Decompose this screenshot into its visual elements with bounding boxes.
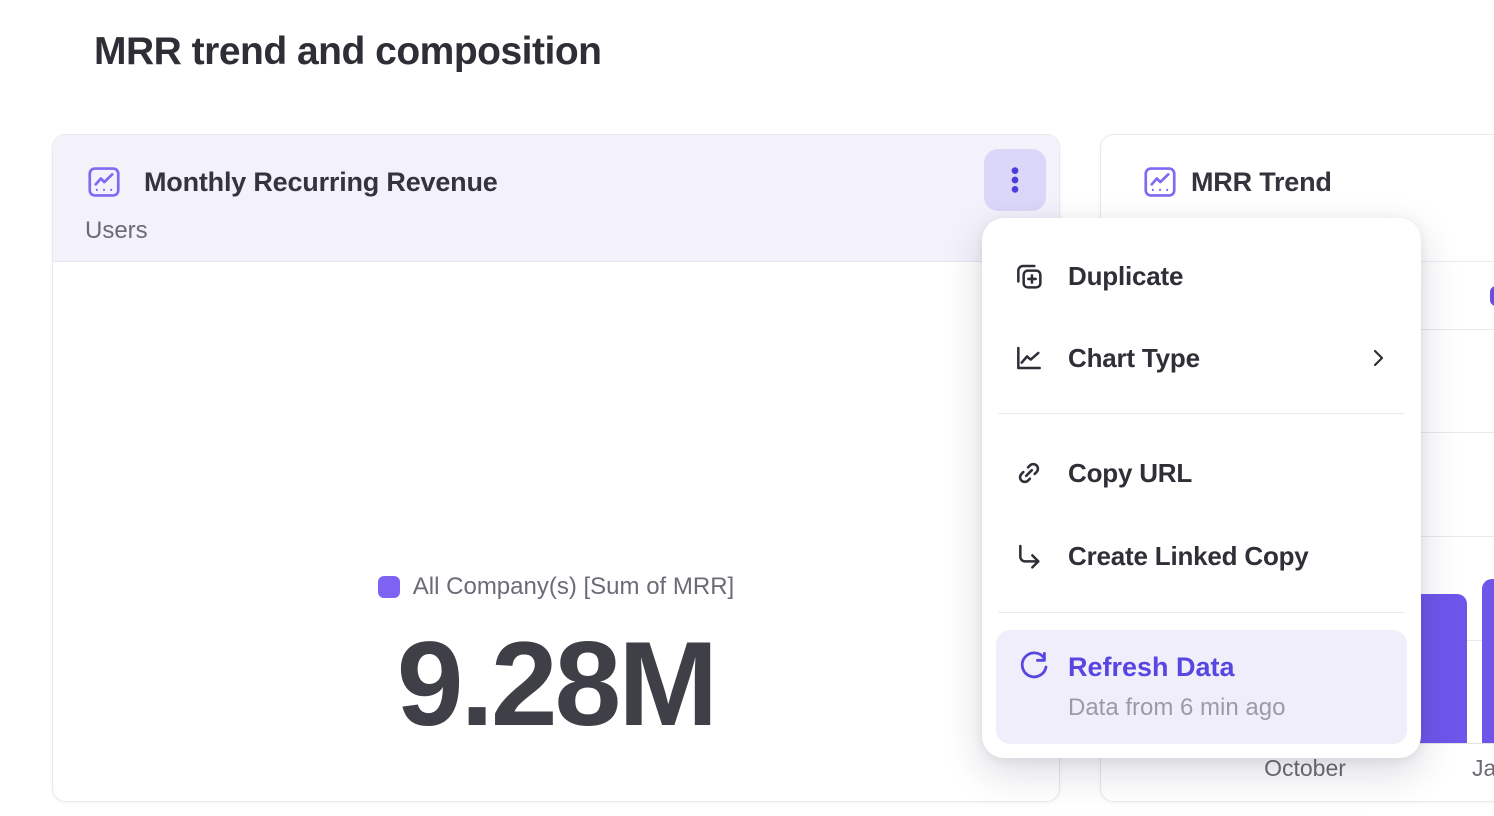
menu-item-refresh-data[interactable]: Refresh Data Data from 6 min ago bbox=[996, 630, 1407, 744]
bar-january[interactable] bbox=[1482, 579, 1494, 743]
legend-swatch bbox=[378, 576, 400, 598]
refresh-icon bbox=[1018, 651, 1050, 683]
dashboard-page: MRR trend and composition Monthly Recurr… bbox=[0, 0, 1494, 816]
trend-card-title: MRR Trend bbox=[1191, 167, 1332, 198]
chart-icon bbox=[1141, 163, 1179, 201]
menu-item-label: Create Linked Copy bbox=[1068, 541, 1309, 572]
mrr-card-header: Monthly Recurring Revenue Users bbox=[53, 135, 1059, 262]
menu-item-label: Copy URL bbox=[1068, 458, 1192, 489]
link-icon bbox=[1013, 457, 1045, 489]
refresh-status: Data from 6 min ago bbox=[1068, 694, 1285, 722]
chevron-right-icon bbox=[1366, 346, 1390, 370]
mrr-card-subtitle: Users bbox=[85, 217, 148, 245]
menu-item-duplicate[interactable]: Duplicate bbox=[996, 248, 1407, 304]
line-chart-icon bbox=[1013, 342, 1045, 374]
refresh-label: Refresh Data bbox=[1068, 652, 1235, 683]
menu-item-label: Duplicate bbox=[1068, 261, 1183, 292]
branch-arrow-icon bbox=[1013, 540, 1045, 572]
menu-item-create-linked-copy[interactable]: Create Linked Copy bbox=[996, 528, 1407, 584]
context-menu: Duplicate Chart Type bbox=[982, 218, 1421, 758]
menu-divider bbox=[998, 413, 1405, 414]
legend: All Company(s) [Sum of MRR] bbox=[53, 573, 1059, 601]
trend-legend-swatch bbox=[1490, 286, 1494, 306]
page-title: MRR trend and composition bbox=[94, 30, 602, 74]
mrr-card: Monthly Recurring Revenue Users All Comp… bbox=[52, 134, 1060, 802]
x-label-january: Ja bbox=[1472, 755, 1494, 782]
menu-item-label: Chart Type bbox=[1068, 343, 1200, 374]
duplicate-icon bbox=[1013, 260, 1045, 292]
menu-divider bbox=[998, 612, 1405, 613]
mrr-card-body: All Company(s) [Sum of MRR] 9.28M bbox=[53, 263, 1059, 801]
mrr-card-title: Monthly Recurring Revenue bbox=[144, 167, 498, 198]
menu-item-copy-url[interactable]: Copy URL bbox=[996, 445, 1407, 501]
card-menu-button[interactable] bbox=[984, 149, 1046, 211]
kebab-icon bbox=[1000, 165, 1030, 195]
menu-item-chart-type[interactable]: Chart Type bbox=[996, 330, 1407, 386]
chart-icon bbox=[85, 163, 123, 201]
x-label-october: October bbox=[1245, 755, 1365, 782]
legend-label: All Company(s) [Sum of MRR] bbox=[413, 573, 734, 601]
metric-value: 9.28M bbox=[53, 615, 1059, 753]
